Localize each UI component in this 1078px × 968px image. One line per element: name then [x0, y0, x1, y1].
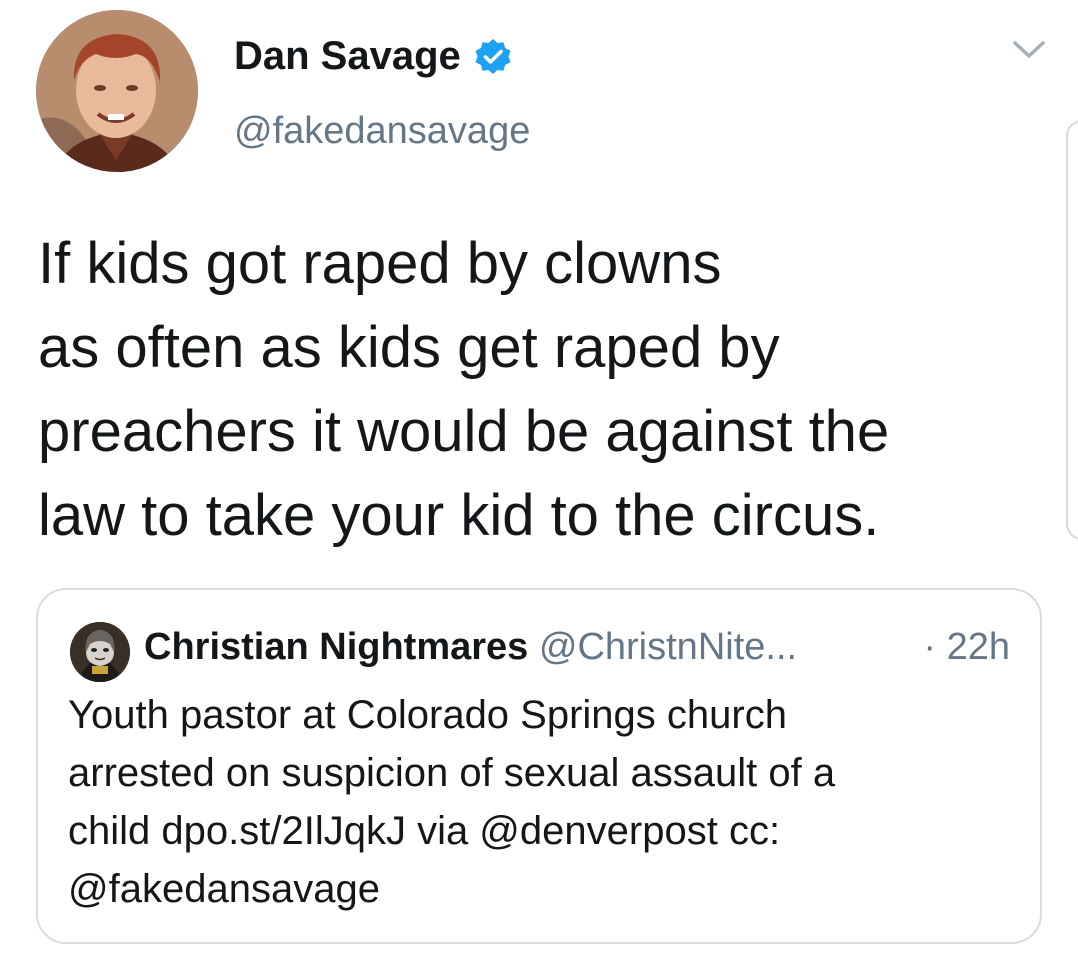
tweet-text: If kids got raped by clowns as often as … — [38, 222, 1048, 558]
quoted-tweet-card[interactable]: Christian Nightmares @ChristnNite... · 2… — [36, 588, 1042, 944]
quoted-author-handle[interactable]: @ChristnNite... — [539, 626, 797, 668]
quoted-tweet-text-line: @fakedansavage — [68, 867, 380, 911]
quoted-author-name[interactable]: Christian Nightmares — [144, 626, 528, 668]
chevron-down-icon[interactable] — [1012, 38, 1046, 62]
tweet-text-line: as often as kids get raped by — [38, 315, 780, 380]
tweet-text-line: If kids got raped by clowns — [38, 231, 722, 296]
quoted-tweet-text: Youth pastor at Colorado Springs church … — [68, 686, 1008, 918]
quoted-tweet-time[interactable]: · 22h — [923, 622, 1010, 672]
author-name-text[interactable]: Dan Savage — [234, 34, 461, 79]
author-handle[interactable]: @fakedansavage — [234, 110, 530, 153]
quoted-tweet-text-line: child dpo.st/2IlJqkJ via @denverpost cc: — [68, 809, 781, 853]
side-panel-edge — [1066, 120, 1078, 540]
verified-badge-icon — [473, 37, 513, 77]
quoted-tweet-text-line: Youth pastor at Colorado Springs church — [68, 693, 787, 737]
tweet-text-line: law to take your kid to the circus. — [38, 483, 880, 548]
quoted-author-avatar[interactable] — [70, 622, 130, 682]
quoted-tweet-header: Christian Nightmares @ChristnNite... — [144, 622, 797, 672]
author-avatar[interactable] — [36, 10, 198, 172]
author-name[interactable]: Dan Savage — [234, 34, 513, 79]
tweet-text-line: preachers it would be against the — [38, 399, 890, 464]
quoted-tweet-text-line: arrested on suspicion of sexual assault … — [68, 751, 836, 795]
